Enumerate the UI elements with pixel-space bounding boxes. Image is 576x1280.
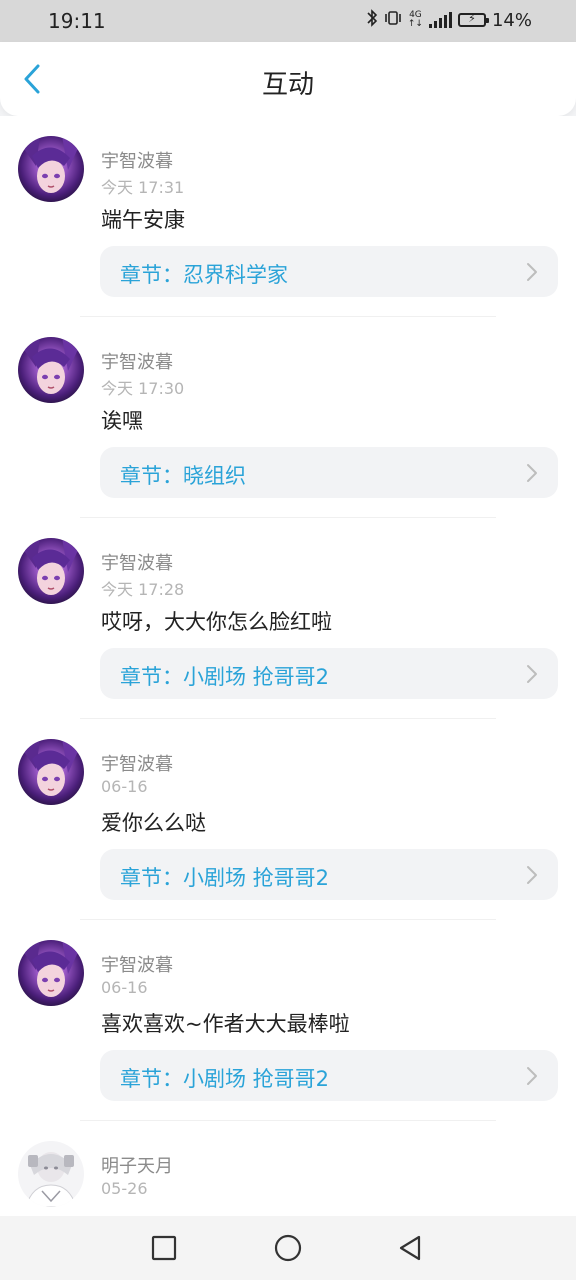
comment-time: 06-16 — [101, 777, 148, 796]
circle-icon — [274, 1234, 302, 1262]
comment-time: 06-16 — [101, 978, 148, 997]
comment-text: 哎呀，大大你怎么脸红啦 — [101, 610, 332, 634]
chapter-label: 章节：忍界科学家 — [120, 263, 288, 287]
comment-text: 诶嘿 — [101, 409, 143, 433]
chapter-label: 章节：小剧场 抢哥哥2 — [120, 1067, 330, 1091]
chevron-right-icon — [527, 665, 537, 683]
battery-charging-icon: ⚡ — [457, 12, 489, 27]
top-app-bar: 互动 — [0, 42, 576, 116]
chapter-link[interactable]: 章节：晓组织 — [100, 447, 558, 498]
chevron-right-icon — [527, 866, 537, 884]
vibrate-icon — [384, 10, 402, 30]
user-name[interactable]: 宇智波暮 — [101, 750, 173, 776]
chapter-link[interactable]: 章节：小剧场 抢哥哥2 — [100, 1050, 558, 1101]
user-name[interactable]: 明子天月 — [101, 1152, 173, 1178]
network-arrows: ↑↓ — [407, 19, 423, 29]
user-name[interactable]: 宇智波暮 — [101, 951, 173, 977]
interaction-screen: 19:11 4G ↑↓ ⚡ 14% 互动 宇智波暮 今天 17:31 端午安康 … — [0, 0, 576, 1280]
signal-icon — [428, 12, 452, 28]
comment-time: 今天 17:28 — [101, 580, 185, 599]
avatar[interactable] — [18, 1141, 84, 1207]
home-button[interactable] — [272, 1232, 304, 1264]
comment-text: 端午安康 — [101, 208, 185, 232]
back-nav-button[interactable] — [394, 1232, 426, 1264]
chevron-right-icon — [527, 464, 537, 482]
status-bar: 19:11 4G ↑↓ ⚡ 14% — [0, 0, 576, 42]
square-icon — [151, 1235, 177, 1261]
comment-list[interactable]: 宇智波暮 今天 17:31 端午安康 章节：忍界科学家 宇智波暮 今天 17:3… — [0, 116, 576, 1280]
chapter-link[interactable]: 章节：小剧场 抢哥哥2 — [100, 648, 558, 699]
avatar[interactable] — [18, 337, 84, 403]
chapter-label: 章节：小剧场 抢哥哥2 — [120, 665, 330, 689]
comment-item[interactable]: 宇智波暮 今天 17:28 哎呀，大大你怎么脸红啦 章节：小剧场 抢哥哥2 — [0, 518, 576, 719]
comment-time: 今天 17:31 — [101, 178, 185, 197]
avatar[interactable] — [18, 739, 84, 805]
avatar[interactable] — [18, 940, 84, 1006]
comment-text: 喜欢喜欢~作者大大最棒啦 — [101, 1012, 350, 1036]
bluetooth-icon — [366, 9, 378, 31]
chapter-label: 章节：晓组织 — [120, 464, 246, 488]
avatar[interactable] — [18, 538, 84, 604]
status-time: 19:11 — [48, 9, 106, 33]
user-name[interactable]: 宇智波暮 — [101, 348, 173, 374]
page-title: 互动 — [261, 70, 314, 100]
comment-text: 爱你么么哒 — [101, 811, 206, 835]
triangle-icon — [399, 1235, 421, 1261]
user-name[interactable]: 宇智波暮 — [101, 147, 173, 173]
network-type: 4G ↑↓ — [408, 11, 423, 29]
comment-item[interactable]: 宇智波暮 今天 17:30 诶嘿 章节：晓组织 — [0, 317, 576, 518]
chapter-label: 章节：小剧场 抢哥哥2 — [120, 866, 330, 890]
comment-item[interactable]: 宇智波暮 06-16 喜欢喜欢~作者大大最棒啦 章节：小剧场 抢哥哥2 — [0, 920, 576, 1121]
comment-item[interactable]: 宇智波暮 今天 17:31 端午安康 章节：忍界科学家 — [0, 116, 576, 317]
chevron-right-icon — [527, 263, 537, 281]
comment-item[interactable]: 宇智波暮 06-16 爱你么么哒 章节：小剧场 抢哥哥2 — [0, 719, 576, 920]
avatar[interactable] — [18, 136, 84, 202]
comment-time: 今天 17:30 — [101, 379, 185, 398]
chapter-link[interactable]: 章节：忍界科学家 — [100, 246, 558, 297]
chevron-right-icon — [527, 1067, 537, 1085]
status-icons: 4G ↑↓ ⚡ 14% — [366, 9, 532, 31]
chapter-link[interactable]: 章节：小剧场 抢哥哥2 — [100, 849, 558, 900]
battery-percent: 14% — [491, 9, 532, 31]
comment-time: 05-26 — [101, 1179, 148, 1198]
recent-apps-button[interactable] — [148, 1232, 180, 1264]
system-navigation-bar — [0, 1216, 576, 1280]
user-name[interactable]: 宇智波暮 — [101, 549, 173, 575]
